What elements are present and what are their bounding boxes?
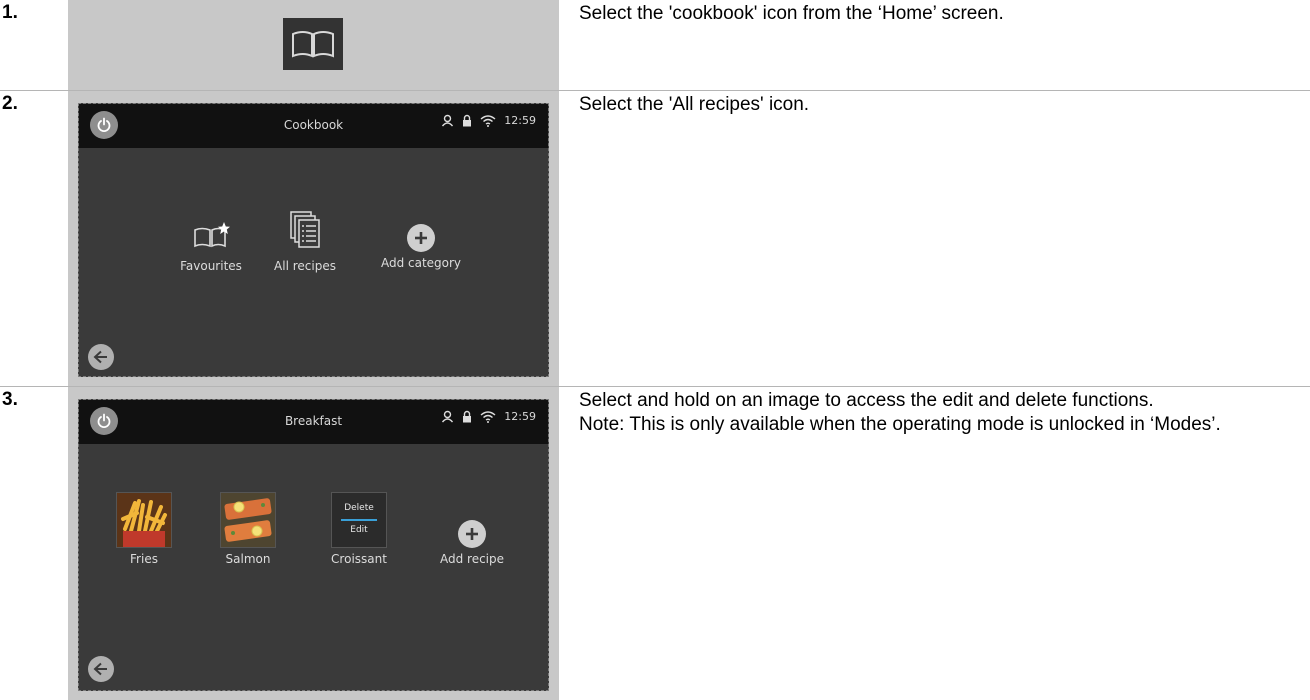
step-description: Select the 'All recipes' icon. [579, 94, 810, 115]
plus-icon [458, 520, 486, 548]
lock-icon [463, 114, 472, 127]
cookbook-screen: Cookbook 12:59 Favourites All recipes Ad… [78, 103, 549, 377]
tile-favourites[interactable]: Favourites [171, 220, 251, 273]
back-arrow-icon[interactable] [88, 344, 114, 370]
step-1: 1. Select the 'cookbook' icon from the ‘… [0, 0, 1310, 90]
menu-divider [341, 519, 377, 521]
tile-label: Favourites [180, 259, 242, 273]
clock: 12:59 [504, 410, 536, 423]
edit-option[interactable]: Edit [332, 525, 386, 535]
recipe-croissant[interactable]: Delete Edit Croissant [319, 492, 399, 566]
all-recipes-icon [290, 211, 320, 248]
croissant-edit-menu: Delete Edit [331, 492, 387, 548]
delete-option[interactable]: Delete [332, 503, 386, 513]
step-description: Select and hold on an image to access th… [579, 389, 1309, 437]
tile-label: Croissant [331, 552, 387, 566]
plus-icon [407, 224, 435, 252]
tile-label: All recipes [274, 259, 336, 273]
recipe-fries[interactable]: Fries [109, 492, 179, 566]
user-icon [442, 410, 454, 423]
recipe-salmon[interactable]: Salmon [213, 492, 283, 566]
tile-label: Salmon [225, 552, 271, 566]
wifi-icon [480, 411, 496, 423]
user-icon [442, 114, 454, 127]
fries-image [116, 492, 172, 548]
top-bar: Cookbook 12:59 [79, 104, 548, 148]
back-arrow-icon[interactable] [88, 656, 114, 682]
step-2-panel: Cookbook 12:59 Favourites All recipes Ad… [68, 91, 559, 386]
step-note: Note: This is only available when the op… [579, 414, 1221, 435]
step-3-panel: Breakfast 12:59 Fries Salmon Delete Edit… [68, 387, 559, 700]
clock: 12:59 [504, 114, 536, 127]
tile-label: Fries [130, 552, 158, 566]
step-number: 2. [2, 93, 18, 114]
tile-add-recipe[interactable]: Add recipe [427, 520, 517, 566]
step-number: 1. [2, 2, 18, 23]
step-3: 3. Breakfast 12:59 Fries Salmon Delete E… [0, 387, 1310, 700]
tile-label: Add category [380, 256, 462, 270]
step-description: Select the 'cookbook' icon from the ‘Hom… [579, 3, 1004, 24]
breakfast-screen: Breakfast 12:59 Fries Salmon Delete Edit… [78, 399, 549, 691]
tile-label: Add recipe [439, 552, 505, 566]
step-2: 2. Cookbook 12:59 Favourites All recipes… [0, 91, 1310, 386]
salmon-image [220, 492, 276, 548]
step-number: 3. [2, 389, 18, 410]
wifi-icon [480, 115, 496, 127]
tile-all-recipes[interactable]: All recipes [265, 210, 345, 273]
lock-icon [463, 410, 472, 423]
status-bar: 12:59 [441, 410, 536, 423]
step-text: Select and hold on an image to access th… [579, 390, 1154, 411]
step-1-panel [68, 0, 559, 90]
favourites-icon [194, 222, 230, 248]
status-bar: 12:59 [441, 114, 536, 127]
top-bar: Breakfast 12:59 [79, 400, 548, 444]
tile-add-category[interactable]: Add category [371, 224, 471, 270]
cookbook-icon[interactable] [283, 18, 343, 70]
